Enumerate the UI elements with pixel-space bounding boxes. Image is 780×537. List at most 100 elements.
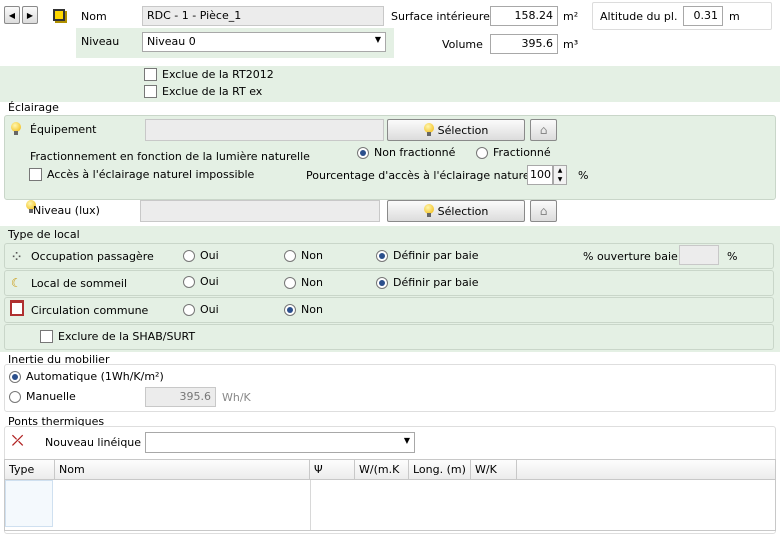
exclue-rt2012-checkbox[interactable]: Exclue de la RT2012 [144,68,274,81]
home-icon: ⌂ [539,123,548,137]
niveau-lux-home-button[interactable]: ⌂ [530,200,557,222]
niveau-select-value: Niveau 0 [147,35,196,48]
thermal-bridge-icon: ⤫ [12,433,24,449]
exclue-rtex-checkbox[interactable]: Exclue de la RT ex [144,85,262,98]
non-fractionne-radio[interactable]: Non fractionné [357,146,455,159]
triangle-right-icon: ▶ [26,10,34,20]
equipement-field[interactable] [145,119,384,141]
automatique-radio[interactable]: Automatique (1Wh/K/m²) [9,370,164,383]
lightbulb-icon [423,204,434,218]
niveau-lux-field[interactable] [140,200,380,222]
lightbulb-icon [423,123,434,137]
niveau-select[interactable]: Niveau 0 ▼ [142,32,386,52]
pourcentage-spinner[interactable]: ▲ ▼ [553,165,567,185]
volume-label: Volume [442,38,483,51]
radio-dot [9,390,21,403]
exclusions-panel [0,66,780,102]
column-header-nom[interactable]: Nom [55,460,310,479]
exclure-shab-checkbox[interactable]: Exclure de la SHAB/SURT [40,330,195,343]
volume-unit: m³ [563,38,579,51]
oui-label: Oui [200,275,219,288]
altitude-label: Altitude du pl. [600,10,678,23]
manuelle-radio[interactable]: Manuelle [9,390,76,403]
ouverture-field[interactable] [679,245,719,265]
triangle-left-icon: ◀ [8,10,16,20]
occupation-non-radio[interactable]: Non [284,249,323,262]
sommeil-non-radio[interactable]: Non [284,276,323,289]
radio-dot [9,370,21,383]
occupation-label: Occupation passagère [31,250,154,263]
exclue-rt2012-label: Exclue de la RT2012 [162,68,274,81]
nouveau-lineique-select[interactable]: ▼ [145,432,415,453]
occupation-oui-radio[interactable]: Oui [183,249,219,262]
table-header: Type Nom Ψ W/(m.K Long. (m) W/K [5,460,775,480]
equipement-home-button[interactable]: ⌂ [530,119,557,141]
acces-impossible-checkbox[interactable]: Accès à l'éclairage naturel impossible [29,168,254,181]
checkbox-box [144,85,157,98]
nav-next-button[interactable]: ▶ [22,6,38,24]
non-label: Non [301,249,323,262]
radio-dot [376,249,388,262]
radio-dot [476,146,488,159]
spin-up-icon[interactable]: ▲ [554,166,566,175]
radio-dot [183,249,195,262]
fractionne-radio[interactable]: Fractionné [476,146,551,159]
pourcentage-unit: % [578,169,589,182]
nav-prev-button[interactable]: ◀ [4,6,20,24]
ouverture-unit: % [727,250,738,263]
circulation-non-radio[interactable]: Non [284,303,323,316]
radio-dot [376,276,388,289]
sommeil-definir-radio[interactable]: Définir par baie [376,276,479,289]
equipement-selection-button[interactable]: Sélection [387,119,525,141]
moon-icon: ☾ [11,276,22,290]
manuelle-field[interactable]: 395.6 [145,387,216,407]
column-header-psi[interactable]: Ψ [310,460,355,479]
oui-label: Oui [200,249,219,262]
corridor-icon [10,300,24,316]
radio-dot [284,249,296,262]
ponts-table: Type Nom Ψ W/(m.K Long. (m) W/K [4,459,776,531]
table-row[interactable] [5,480,53,527]
name-field[interactable]: RDC - 1 - Pièce_1 [142,6,384,26]
altitude-field[interactable]: 0.31 [683,6,723,26]
radio-dot [284,276,296,289]
radio-dot [183,275,195,288]
eclairage-title: Éclairage [8,101,59,114]
surface-field[interactable]: 158.24 [490,6,558,26]
column-header-type[interactable]: Type [5,460,55,479]
home-icon: ⌂ [539,204,548,218]
manuelle-label: Manuelle [26,390,76,403]
sommeil-oui-radio[interactable]: Oui [183,275,219,288]
oui-label: Oui [200,303,219,316]
pourcentage-field[interactable]: 100 [527,165,553,185]
column-header-wk[interactable]: W/K [471,460,517,479]
definir-label: Définir par baie [393,276,479,289]
selection-label: Sélection [437,123,489,137]
column-header-wmk[interactable]: W/(m.K [355,460,409,479]
volume-field[interactable]: 395.6 [490,34,558,54]
non-fractionne-label: Non fractionné [374,146,456,159]
type-local-title: Type de local [8,228,80,241]
equipement-label: Équipement [30,123,97,136]
exclure-shab-label: Exclure de la SHAB/SURT [58,330,196,343]
non-label: Non [301,303,323,316]
chevron-down-icon: ▼ [374,35,381,44]
checkbox-box [144,68,157,81]
exclue-rtex-label: Exclue de la RT ex [162,85,263,98]
checkbox-box [40,330,53,343]
spin-down-icon[interactable]: ▼ [554,175,566,184]
column-header-longueur[interactable]: Long. (m) [409,460,471,479]
circulation-oui-radio[interactable]: Oui [183,303,219,316]
occupation-definir-radio[interactable]: Définir par baie [376,249,479,262]
niveau-lux-selection-button[interactable]: Sélection [387,200,525,222]
altitude-unit: m [729,10,740,23]
selection-label: Sélection [437,204,489,218]
niveau-label: Niveau [81,35,120,48]
non-label: Non [301,276,323,289]
sommeil-label: Local de sommeil [31,277,128,290]
radio-dot [183,303,195,316]
surface-unit: m² [563,10,579,23]
surface-label: Surface intérieure [391,10,490,23]
definir-label: Définir par baie [393,249,479,262]
automatique-label: Automatique (1Wh/K/m²) [26,370,164,383]
